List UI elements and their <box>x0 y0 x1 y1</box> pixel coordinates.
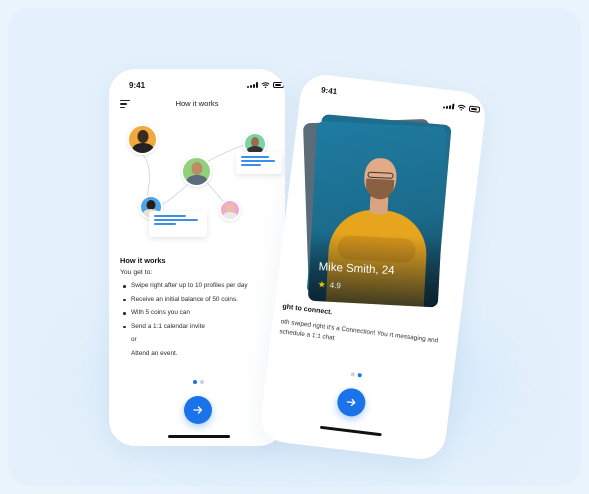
rating-value: 4.9 <box>329 280 342 291</box>
page-dot-active[interactable] <box>357 372 362 378</box>
phone-how-it-works: 9:41 How it works How it works You get t… <box>109 69 285 446</box>
page-dot-active[interactable] <box>193 380 197 384</box>
profile-rating: ★ 4.9 <box>317 279 341 291</box>
list-item: With 5 coins you can <box>120 309 280 323</box>
page-dot[interactable] <box>200 380 204 384</box>
connect-title: ght to connect. <box>282 303 333 317</box>
avatar <box>127 124 158 155</box>
next-button[interactable] <box>184 396 212 424</box>
home-indicator <box>319 425 382 437</box>
profile-card[interactable]: Mike Smith, 24 ★ 4.9 <box>307 120 448 308</box>
list-item: or <box>131 336 137 344</box>
section-title: How it works <box>120 256 166 265</box>
message-card <box>149 211 207 237</box>
next-button[interactable] <box>335 386 367 418</box>
list-item: Attend an event. <box>131 349 178 357</box>
arrow-right-icon <box>346 398 356 407</box>
status-icons <box>442 102 481 113</box>
benefits-list: Swipe right after up to 10 profiles per … <box>120 282 280 364</box>
list-item: Swipe right after up to 10 profiles per … <box>120 282 280 296</box>
battery-icon <box>468 105 481 113</box>
wifi-icon <box>457 104 466 111</box>
avatar <box>181 156 212 187</box>
signal-icon <box>442 102 455 110</box>
status-time: 9:41 <box>320 85 338 97</box>
page-dot[interactable] <box>350 372 355 377</box>
avatar <box>219 199 241 221</box>
intro-text: You get to: <box>120 269 153 276</box>
list-item: Send a 1:1 calendar invite <box>120 323 280 337</box>
arrow-right-icon <box>193 406 203 414</box>
message-card <box>236 152 282 174</box>
connect-description: oth swiped right it's a Connection! You … <box>279 318 439 345</box>
profile-photo-glasses <box>367 171 394 179</box>
pagination-dots <box>350 372 362 378</box>
star-icon: ★ <box>317 279 327 290</box>
list-item: Receive an initial balance of 50 coins. <box>120 296 280 310</box>
pagination-dots <box>193 380 204 384</box>
home-indicator <box>168 435 230 438</box>
